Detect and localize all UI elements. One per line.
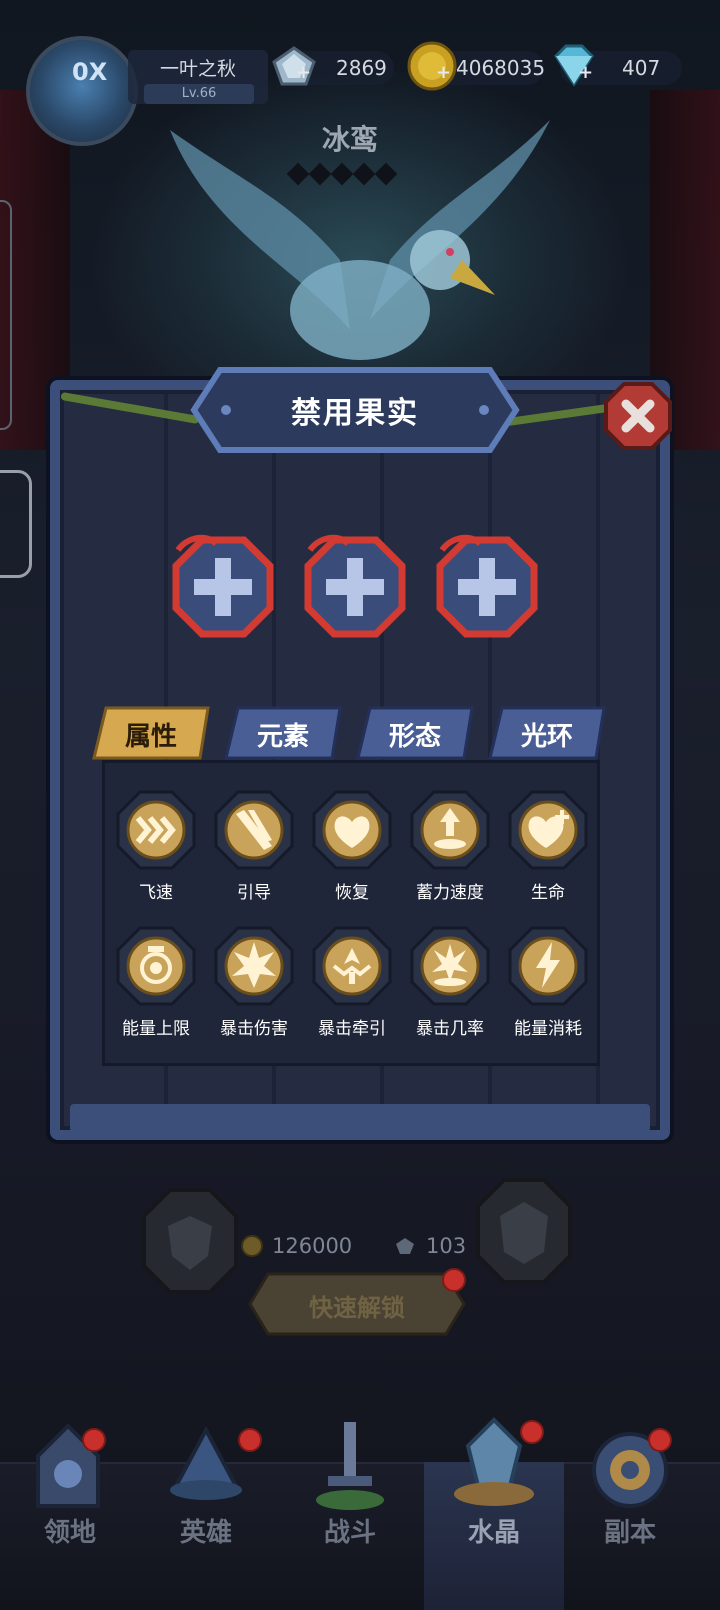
skill-speed[interactable] [116,790,196,870]
skill-crit-pull[interactable] [312,926,392,1006]
skill-crit-chance-label: 暴击几率 [416,1019,484,1039]
skill-crit-damage[interactable] [214,926,294,1006]
quick-unlock-label: 快速解锁 [309,1294,405,1322]
skill-recover[interactable] [312,790,392,870]
crystal-count: 2869 [336,56,387,80]
skill-guide[interactable] [214,790,294,870]
fruit-slot-2[interactable] [300,532,410,642]
notification-badge [82,1428,106,1452]
battle-sword-icon[interactable] [300,1416,400,1516]
player-level: Lv.66 [144,84,254,104]
skill-guide-label: 引导 [237,883,271,903]
nav-battle[interactable]: 战斗 [280,1512,420,1549]
crystal-icon [396,1238,414,1254]
side-button[interactable] [0,470,32,578]
gold-coin-icon [241,1235,263,1257]
dialog-title: 禁用果实 [291,396,419,431]
gold-count: 4068035 [456,56,546,80]
close-button[interactable] [604,382,672,450]
hero-name: 冰鸾 [321,123,378,156]
tab-aura-label: 光环 [520,722,573,752]
notification-badge [238,1428,262,1452]
territory-castle-icon[interactable] [18,1416,118,1516]
skill-life[interactable] [508,790,588,870]
tab-element-label: 元素 [256,722,309,752]
skill-crit-damage-label: 暴击伤害 [220,1019,288,1039]
nav-hero[interactable]: 英雄 [136,1512,276,1549]
star-icon [352,162,376,186]
skill-energy-cost-label: 能量消耗 [514,1019,582,1039]
fruit-slot-3[interactable] [432,532,542,642]
locked-slot-right[interactable] [474,1176,574,1286]
hero-star-rating [286,162,398,186]
crystal-add-icon[interactable]: + [296,62,311,83]
skill-charge-speed-label: 蓄力速度 [416,883,484,903]
star-icon [330,162,354,186]
fruit-slot-1[interactable] [168,532,278,642]
nav-dungeon[interactable]: 副本 [560,1512,700,1549]
skill-recover-label: 恢复 [335,883,369,903]
dialog-base [70,1104,650,1132]
skill-crit-pull-label: 暴击牵引 [318,1019,386,1039]
skill-energy-cost[interactable] [508,926,588,1006]
star-icon [374,162,398,186]
player-name: 一叶之秋 [159,58,236,80]
gold-add-icon[interactable]: + [436,62,451,83]
tab-form-label: 形态 [388,722,441,752]
gem-count: 407 [622,56,661,80]
nav-territory[interactable]: 领地 [0,1512,140,1549]
skill-energy-cap[interactable] [116,926,196,1006]
skill-speed-label: 飞速 [139,883,173,903]
star-icon [286,162,310,186]
skill-life-label: 生命 [531,883,565,903]
star-icon [308,162,332,186]
notification-badge [442,1268,466,1292]
tab-attribute-label: 属性 [124,722,177,752]
unlock-gold-cost: 126000 [272,1234,353,1258]
avatar-mark: 0X [72,58,108,86]
crystal-icon [272,46,316,86]
skill-crit-chance[interactable] [410,926,490,1006]
nav-crystal[interactable]: 水晶 [424,1512,564,1549]
gem-add-icon[interactable]: + [578,62,593,83]
unlock-crystal-cost: 103 [426,1234,467,1258]
notification-badge [648,1428,672,1452]
notification-badge [520,1420,544,1444]
skill-energy-cap-label: 能量上限 [122,1019,190,1039]
locked-slot-left[interactable] [140,1186,240,1296]
skill-charge-speed[interactable] [410,790,490,870]
side-handle[interactable] [0,200,12,430]
